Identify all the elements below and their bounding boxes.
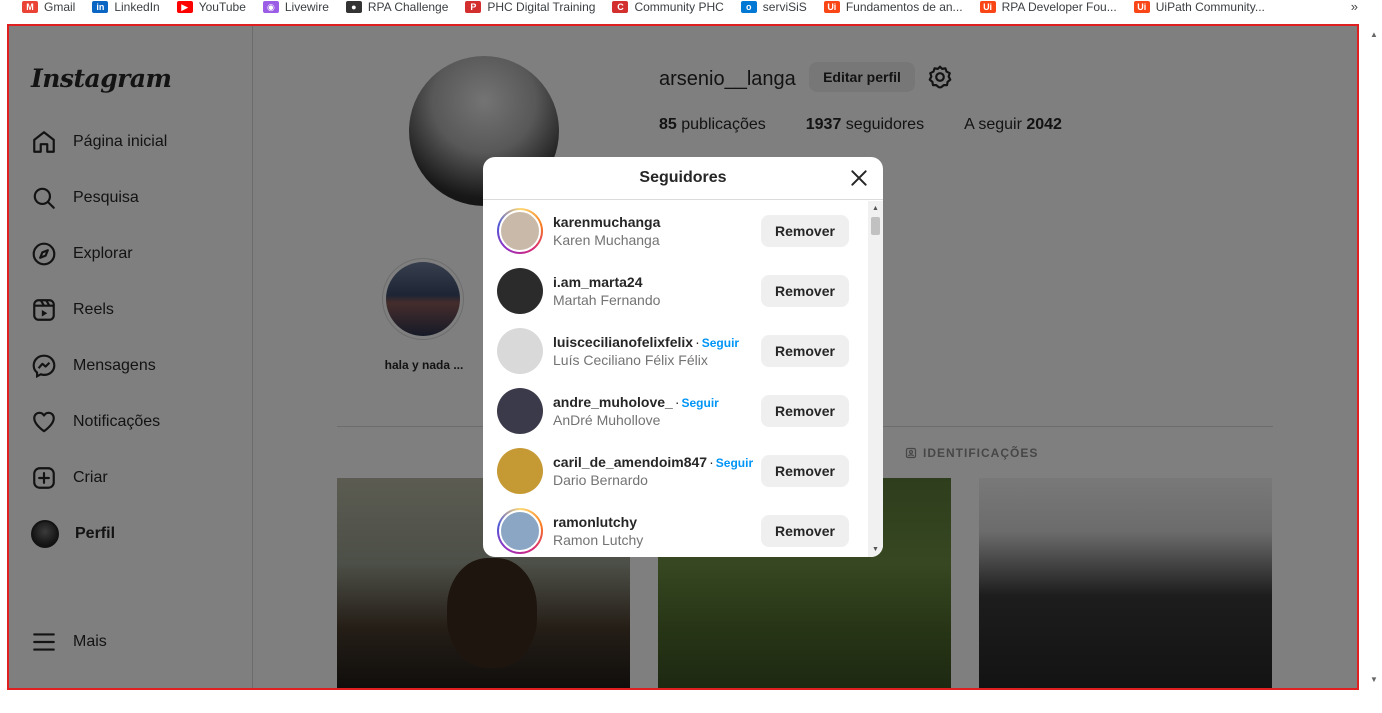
bookmark-favicon-icon: Ui: [1133, 1, 1150, 13]
bookmark-label: Fundamentos de an...: [845, 0, 963, 14]
follower-row: i.am_marta24 Martah Fernando Remover: [483, 261, 868, 321]
avatar[interactable]: [497, 448, 543, 494]
bookmark-item[interactable]: o serviSiS: [740, 0, 807, 14]
bookmark-favicon-icon: ▶: [176, 1, 193, 13]
follower-row: ramonlutchy Ramon Lutchy Remover: [483, 501, 868, 557]
bookmark-favicon-icon: Ui: [979, 1, 996, 13]
follow-link[interactable]: Seguir: [716, 456, 753, 470]
bookmark-item[interactable]: ◉ Livewire: [262, 0, 329, 14]
bookmark-label: YouTube: [198, 0, 246, 14]
avatar[interactable]: [497, 388, 543, 434]
bookmark-label: Livewire: [284, 0, 329, 14]
bookmark-label: serviSiS: [762, 0, 807, 14]
bookmark-item[interactable]: Ui UiPath Community...: [1133, 0, 1265, 14]
remove-follower-button[interactable]: Remover: [761, 335, 849, 367]
bookmark-item[interactable]: Ui RPA Developer Fou...: [979, 0, 1117, 14]
followers-list: karenmuchanga Karen Muchanga Remover i.am_m…: [483, 201, 868, 557]
page-scrollbar[interactable]: ▲ ▼: [1366, 24, 1382, 690]
remove-follower-button[interactable]: Remover: [761, 395, 849, 427]
remove-follower-button[interactable]: Remover: [761, 275, 849, 307]
bookmark-favicon-icon: o: [740, 1, 757, 13]
close-icon[interactable]: [849, 168, 869, 188]
bookmark-favicon-icon: ◉: [262, 1, 279, 13]
bookmark-label: LinkedIn: [114, 0, 160, 14]
followers-dialog: Seguidores karenmuchanga Karen Muchanga Re…: [483, 157, 883, 557]
bookmark-favicon-icon: ●: [345, 1, 362, 13]
bookmark-item[interactable]: ● RPA Challenge: [345, 0, 449, 14]
bookmark-label: RPA Challenge: [367, 0, 449, 14]
avatar[interactable]: [497, 328, 543, 374]
dialog-title: Seguidores: [639, 169, 727, 186]
remove-follower-button[interactable]: Remover: [761, 215, 849, 247]
bookmark-label: PHC Digital Training: [487, 0, 596, 14]
avatar[interactable]: [497, 268, 543, 314]
dialog-header: Seguidores: [483, 157, 883, 200]
remove-follower-button[interactable]: Remover: [761, 515, 849, 547]
bookmark-favicon-icon: in: [92, 1, 109, 13]
follow-link[interactable]: Seguir: [682, 396, 719, 410]
browser-viewport: Instagram Página inicial Pesquisa Explor…: [7, 24, 1359, 690]
bookmark-favicon-icon: M: [22, 1, 38, 13]
follower-row: luiscecilianofelixfelix · Seguir Luís Cecil…: [483, 321, 868, 381]
scrollbar-thumb[interactable]: [871, 217, 880, 235]
avatar[interactable]: [497, 208, 543, 254]
bookmark-item[interactable]: in LinkedIn: [92, 0, 160, 14]
bookmark-item[interactable]: M Gmail: [22, 0, 75, 14]
follower-row: andre_muholove_ · Seguir AnDré Muhollove Rem…: [483, 381, 868, 441]
follow-link[interactable]: Seguir: [702, 336, 739, 350]
bookmarks-more-icon[interactable]: »: [1351, 0, 1358, 14]
bookmark-label: Gmail: [44, 0, 76, 14]
bookmark-label: RPA Developer Fou...: [1001, 0, 1117, 14]
bookmarks-bar: M Gmail in LinkedIn ▶ YouTube ◉ Livewire ● RPA Ch…: [0, 0, 1382, 14]
avatar[interactable]: [497, 508, 543, 554]
bookmark-item[interactable]: C Community PHC: [612, 0, 724, 14]
bookmark-favicon-icon: C: [612, 1, 629, 13]
bookmark-favicon-icon: P: [465, 1, 482, 13]
bookmark-label: Community PHC: [634, 0, 724, 14]
bookmark-item[interactable]: Ui Fundamentos de an...: [823, 0, 963, 14]
remove-follower-button[interactable]: Remover: [761, 455, 849, 487]
bookmark-label: UiPath Community...: [1155, 0, 1265, 14]
dialog-scrollbar[interactable]: ▲ ▼: [868, 201, 883, 557]
follower-row: caril_de_amendoim847 · Seguir Dario Bernard…: [483, 441, 868, 501]
follower-row: karenmuchanga Karen Muchanga Remover: [483, 201, 868, 261]
bookmark-item[interactable]: P PHC Digital Training: [465, 0, 595, 14]
bookmark-item[interactable]: ▶ YouTube: [176, 0, 246, 14]
bookmark-favicon-icon: Ui: [823, 1, 840, 13]
